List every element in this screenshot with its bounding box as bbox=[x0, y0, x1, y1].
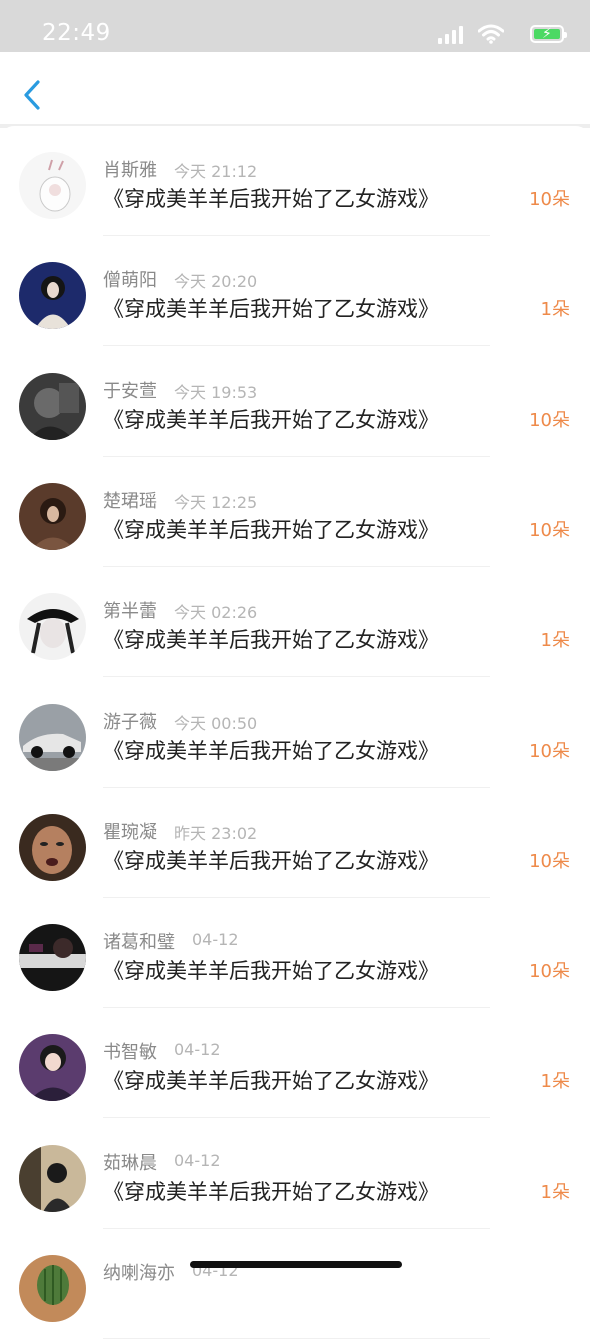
avatar[interactable] bbox=[19, 593, 86, 661]
list-item[interactable]: 纳喇海亦 04-12 bbox=[0, 1229, 590, 1339]
timestamp: 04-12 bbox=[192, 930, 239, 950]
book-title: 《穿成美羊羊后我开始了乙女游戏》 bbox=[103, 297, 439, 322]
avatar[interactable] bbox=[19, 372, 86, 440]
flower-count: 10朵 bbox=[529, 519, 570, 541]
list-item[interactable]: 游子薇 今天 00:50 《穿成美羊羊后我开始了乙女游戏》 10朵 bbox=[0, 678, 590, 788]
home-indicator[interactable] bbox=[190, 1261, 402, 1268]
list-item[interactable]: 楚珺瑶 今天 12:25 《穿成美羊羊后我开始了乙女游戏》 10朵 bbox=[0, 457, 590, 567]
timestamp: 04-12 bbox=[174, 1040, 221, 1060]
status-time: 22:49 bbox=[42, 20, 111, 46]
user-name: 楚珺瑶 bbox=[103, 490, 157, 512]
book-title: 《穿成美羊羊后我开始了乙女游戏》 bbox=[103, 738, 439, 763]
list-item[interactable]: 肖斯雅 今天 21:12 《穿成美羊羊后我开始了乙女游戏》 10朵 bbox=[0, 126, 590, 236]
flower-count: 1朵 bbox=[540, 1071, 570, 1093]
nav-bar bbox=[0, 52, 590, 124]
list-item[interactable]: 僧萌阳 今天 20:20 《穿成美羊羊后我开始了乙女游戏》 1朵 bbox=[0, 236, 590, 347]
user-name: 纳喇海亦 bbox=[103, 1263, 175, 1284]
user-name: 游子薇 bbox=[103, 711, 157, 733]
list-item[interactable]: 茹琳晨 04-12 《穿成美羊羊后我开始了乙女游戏》 1朵 bbox=[0, 1119, 590, 1229]
list-item[interactable]: 瞿琬凝 昨天 23:02 《穿成美羊羊后我开始了乙女游戏》 10朵 bbox=[0, 788, 590, 898]
book-title: 《穿成美羊羊后我开始了乙女游戏》 bbox=[103, 517, 439, 542]
avatar[interactable] bbox=[19, 1255, 86, 1322]
timestamp: 04-12 bbox=[174, 1150, 221, 1170]
book-title: 《穿成美羊羊后我开始了乙女游戏》 bbox=[103, 628, 439, 653]
gift-list: 肖斯雅 今天 21:12 《穿成美羊羊后我开始了乙女游戏》 10朵 僧萌阳 今天 20:2… bbox=[0, 126, 590, 1339]
user-name: 第半蕾 bbox=[103, 601, 157, 623]
flower-count: 10朵 bbox=[529, 740, 570, 762]
chevron-left-icon[interactable] bbox=[20, 78, 46, 114]
signal-icon bbox=[438, 26, 463, 44]
flower-count: 10朵 bbox=[529, 850, 570, 872]
list-item[interactable]: 于安萱 今天 19:53 《穿成美羊羊后我开始了乙女游戏》 10朵 bbox=[0, 347, 590, 457]
status-icons: ⚡ bbox=[434, 24, 567, 46]
user-name: 书智敏 bbox=[103, 1042, 157, 1064]
book-title: 《穿成美羊羊后我开始了乙女游戏》 bbox=[103, 407, 439, 432]
book-title: 《穿成美羊羊后我开始了乙女游戏》 bbox=[103, 1179, 439, 1204]
timestamp: 今天 12:25 bbox=[174, 492, 258, 512]
list-item[interactable]: 第半蕾 今天 02:26 《穿成美羊羊后我开始了乙女游戏》 1朵 bbox=[0, 567, 590, 678]
timestamp: 今天 19:53 bbox=[174, 382, 258, 402]
status-bar: 22:49 ⚡ bbox=[0, 0, 590, 52]
book-title: 《穿成美羊羊后我开始了乙女游戏》 bbox=[103, 959, 439, 984]
timestamp: 今天 20:20 bbox=[174, 272, 258, 292]
battery-icon: ⚡ bbox=[530, 25, 567, 43]
flower-count: 10朵 bbox=[529, 409, 570, 431]
avatar[interactable] bbox=[19, 813, 86, 881]
book-title: 《穿成美羊羊后我开始了乙女游戏》 bbox=[103, 1069, 439, 1094]
user-name: 茹琳晨 bbox=[103, 1152, 157, 1174]
timestamp: 今天 02:26 bbox=[174, 603, 258, 623]
list-item[interactable]: 书智敏 04-12 《穿成美羊羊后我开始了乙女游戏》 1朵 bbox=[0, 1008, 590, 1119]
user-name: 瞿琬凝 bbox=[103, 821, 157, 843]
timestamp: 今天 21:12 bbox=[174, 162, 258, 181]
book-title: 《穿成美羊羊后我开始了乙女游戏》 bbox=[103, 848, 439, 873]
user-name: 诸葛和璧 bbox=[103, 932, 175, 954]
user-name: 肖斯雅 bbox=[103, 160, 157, 181]
list-item[interactable]: 诸葛和璧 04-12 《穿成美羊羊后我开始了乙女游戏》 10朵 bbox=[0, 898, 590, 1009]
avatar[interactable] bbox=[19, 482, 86, 550]
user-name: 于安萱 bbox=[103, 380, 157, 402]
avatar[interactable] bbox=[19, 152, 86, 219]
timestamp: 昨天 23:02 bbox=[174, 823, 258, 843]
timestamp: 今天 00:50 bbox=[174, 713, 258, 733]
book-title: 《穿成美羊羊后我开始了乙女游戏》 bbox=[103, 187, 439, 211]
flower-count: 1朵 bbox=[540, 1181, 570, 1203]
avatar[interactable] bbox=[19, 924, 86, 992]
flower-count: 10朵 bbox=[529, 189, 570, 210]
avatar[interactable] bbox=[19, 262, 86, 330]
avatar[interactable] bbox=[19, 1034, 86, 1102]
user-name: 僧萌阳 bbox=[103, 270, 157, 292]
flower-count: 1朵 bbox=[540, 299, 570, 321]
avatar[interactable] bbox=[19, 703, 86, 771]
wifi-icon bbox=[478, 24, 504, 44]
flower-count: 1朵 bbox=[540, 630, 570, 652]
avatar[interactable] bbox=[19, 1144, 86, 1212]
flower-count: 10朵 bbox=[529, 961, 570, 983]
